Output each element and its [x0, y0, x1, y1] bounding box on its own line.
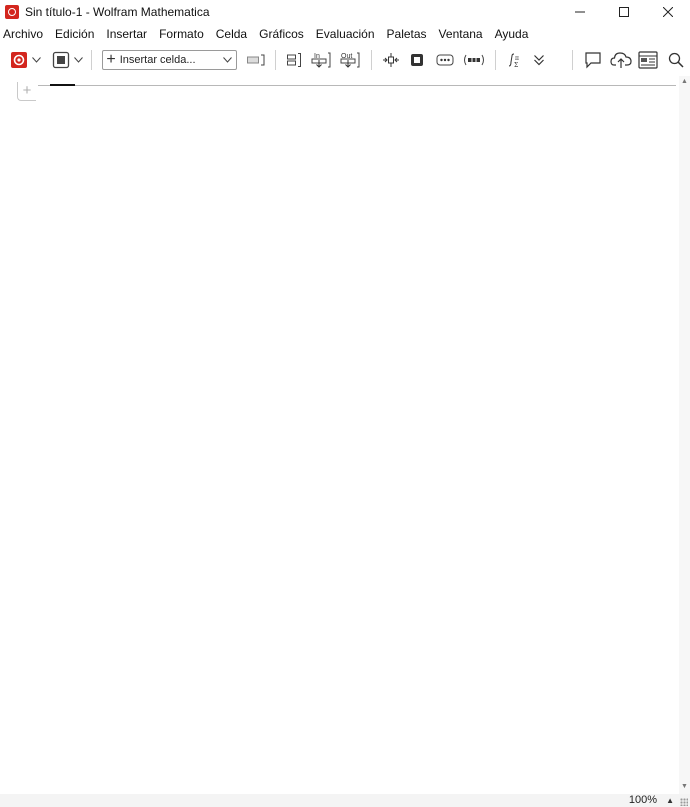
ellipsis-paren-icon[interactable]: [460, 48, 490, 72]
toolbar-divider: [275, 50, 276, 70]
svg-text:π: π: [515, 55, 519, 62]
cloud-upload-icon[interactable]: [607, 48, 635, 72]
plus-icon: +: [106, 51, 116, 68]
comment-icon[interactable]: [579, 48, 607, 72]
wolfram-logo-icon[interactable]: [8, 48, 30, 72]
chevron-down-icon[interactable]: [72, 48, 86, 72]
window-controls: [558, 0, 690, 24]
minimize-button[interactable]: [558, 0, 602, 24]
zoom-up-icon[interactable]: ▲: [666, 794, 674, 807]
evaluate-icon[interactable]: [50, 48, 72, 72]
menu-paletas[interactable]: Paletas: [381, 24, 433, 45]
close-button[interactable]: [646, 0, 690, 24]
search-icon[interactable]: [662, 48, 690, 72]
notebook-icon[interactable]: [634, 48, 662, 72]
group-cells-icon[interactable]: [282, 48, 306, 72]
menu-ventana[interactable]: Ventana: [433, 24, 489, 45]
toolbar: + Insertar celda... In Out π Σ: [0, 45, 690, 75]
menu-edicion[interactable]: Edición: [49, 24, 100, 45]
cell-insertion-line: [38, 85, 676, 86]
menu-graficos[interactable]: Gráficos: [253, 24, 310, 45]
in-arrow-icon[interactable]: In: [306, 48, 336, 72]
maximize-button[interactable]: [602, 0, 646, 24]
status-bar: 100% ▲: [0, 794, 690, 807]
add-cell-button[interactable]: +: [17, 82, 36, 101]
scroll-up-icon[interactable]: ▲: [681, 78, 688, 85]
svg-text:Σ: Σ: [514, 62, 518, 68]
menu-evaluacion[interactable]: Evaluación: [310, 24, 381, 45]
menu-ayuda[interactable]: Ayuda: [489, 24, 535, 45]
minimize-icon: [575, 11, 585, 13]
insert-cell-dropdown[interactable]: + Insertar celda...: [102, 50, 238, 70]
menu-celda[interactable]: Celda: [210, 24, 253, 45]
zoom-level[interactable]: 100%: [629, 794, 657, 807]
scroll-down-icon[interactable]: ▼: [681, 783, 688, 790]
toolbar-divider: [495, 50, 497, 70]
chevron-down-icon: [223, 57, 233, 63]
out-arrow-icon[interactable]: Out: [336, 48, 366, 72]
menu-formato[interactable]: Formato: [153, 24, 210, 45]
vertical-scrollbar[interactable]: [679, 76, 690, 794]
ellipsis-icon[interactable]: [430, 48, 460, 72]
toolbar-divider: [571, 50, 573, 70]
cell-bracket-icon[interactable]: [243, 48, 269, 72]
selection-icon[interactable]: [404, 48, 430, 72]
math-assistant-icon[interactable]: π Σ: [502, 48, 526, 72]
close-icon: [663, 7, 673, 17]
menu-archivo[interactable]: Archivo: [0, 24, 49, 45]
double-chevron-icon[interactable]: [526, 48, 552, 72]
insert-cell-label: Insertar celda...: [119, 54, 196, 66]
cell-insertion-cursor: [50, 84, 75, 86]
chevron-down-icon[interactable]: [30, 48, 44, 72]
notebook-area[interactable]: +: [0, 76, 679, 794]
menu-bar: Archivo Edición Insertar Formato Celda G…: [0, 24, 690, 45]
toolbar-divider: [371, 50, 373, 70]
window-title: Sin título-1 - Wolfram Mathematica: [25, 5, 210, 19]
wolfram-app-icon: [5, 5, 19, 19]
maximize-icon: [619, 7, 629, 17]
toolbar-divider: [91, 50, 93, 70]
menu-insertar[interactable]: Insertar: [100, 24, 153, 45]
title-bar: Sin título-1 - Wolfram Mathematica: [0, 0, 690, 24]
resize-grip-icon[interactable]: [680, 798, 688, 806]
split-icon[interactable]: [378, 48, 404, 72]
